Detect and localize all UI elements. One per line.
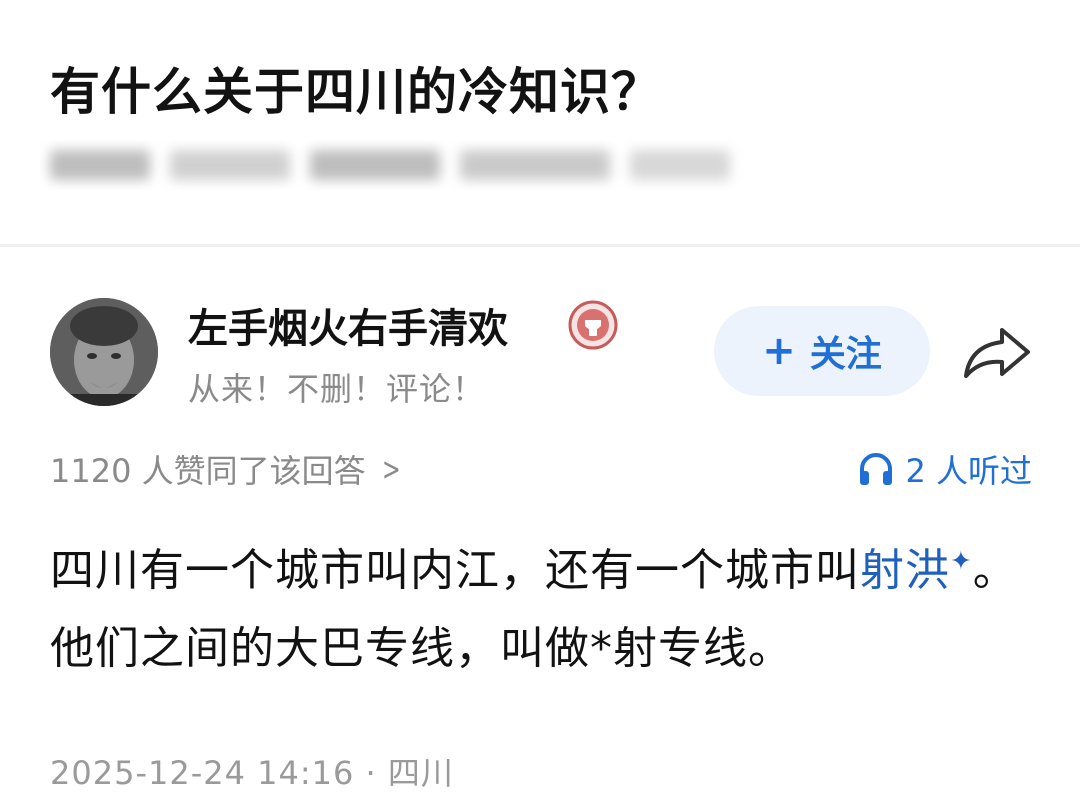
chevron-right-icon: >: [381, 450, 401, 488]
listen-text: 2 人听过: [905, 452, 1032, 490]
follow-button[interactable]: + 关注: [714, 306, 930, 396]
follow-label: 关注: [809, 334, 882, 375]
upvote-count[interactable]: 1120 人赞同了该回答 >: [50, 446, 404, 492]
badge-icon: [568, 300, 618, 350]
avatar[interactable]: [50, 298, 158, 406]
question-title[interactable]: 有什么关于四川的冷知识？: [50, 52, 662, 124]
author-bio: 从来！不删！评论！: [188, 370, 486, 408]
listen-count[interactable]: 2 人听过: [857, 446, 1032, 492]
divider: [0, 244, 1080, 247]
answer-body: 四川有一个城市叫内江，还有一个城市叫射洪✦。他们之间的大巴专线，叫做*射专线。: [50, 532, 1030, 688]
share-icon[interactable]: [960, 322, 1034, 382]
answer-text-part1: 四川有一个城市叫内江，还有一个城市叫: [50, 545, 860, 596]
headphone-icon: [860, 453, 893, 485]
upvote-text: 1120 人赞同了该回答: [50, 452, 366, 490]
post-timestamp-location: 2025-12-24 14:16 · 四川: [50, 754, 454, 792]
author-name[interactable]: 左手烟火右手清欢: [188, 296, 508, 354]
answer-link-sheshong[interactable]: 射洪: [860, 545, 950, 596]
sparkle-icon: ✦: [950, 546, 973, 577]
question-detail-blurred: [40, 140, 760, 190]
plus-icon: +: [762, 328, 796, 374]
